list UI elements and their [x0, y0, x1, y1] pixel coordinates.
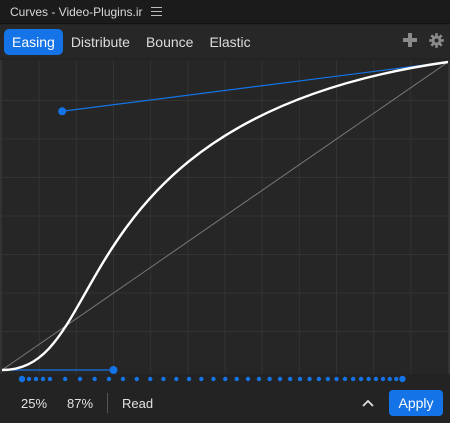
handle-out-line [62, 61, 449, 112]
timeline-dot [373, 376, 379, 382]
timeline-dot [287, 376, 293, 382]
timeline-dot [77, 376, 83, 382]
tab-distribute[interactable]: Distribute [63, 29, 138, 55]
handle-out-value[interactable]: 87% [67, 396, 93, 411]
timeline-dots [18, 375, 406, 383]
timeline-dot [223, 376, 228, 382]
timeline-dot [47, 376, 53, 382]
timeline-dot [33, 376, 39, 382]
tab-bar: Easing Distribute Bounce Elastic [0, 25, 450, 58]
timeline-dot [211, 376, 216, 382]
handle-in-value[interactable]: 25% [21, 396, 47, 411]
timeline-dot [120, 376, 126, 382]
title-bar: Curves - Video-Plugins.ir [0, 0, 450, 24]
timeline-dot [256, 376, 262, 382]
timeline-dot [148, 376, 153, 382]
timeline-dot [106, 376, 112, 382]
divider [107, 393, 108, 413]
timeline-dot [234, 376, 239, 382]
timeline-dot [342, 376, 348, 382]
timeline-dot [92, 376, 97, 382]
apply-button[interactable]: Apply [389, 390, 443, 416]
timeline-dot [186, 376, 192, 382]
timeline-dot [350, 376, 356, 382]
timeline-dot [277, 376, 283, 382]
timeline-dot [394, 376, 399, 382]
gear-icon[interactable] [428, 32, 444, 48]
timeline-dot [134, 376, 139, 382]
timeline-dot [62, 376, 68, 382]
timeline-dot [40, 376, 46, 382]
mode-label[interactable]: Read [122, 396, 153, 411]
timeline-dot [174, 376, 179, 382]
timeline-dot [297, 376, 303, 382]
chevron-up-icon[interactable] [360, 395, 376, 411]
tab-easing[interactable]: Easing [4, 28, 63, 55]
timeline-dot [387, 376, 392, 382]
timeline-dot [358, 376, 364, 382]
timeline-dot [325, 376, 331, 382]
window-title: Curves - Video-Plugins.ir [10, 4, 143, 19]
plus-icon[interactable] [402, 32, 418, 48]
tab-elastic[interactable]: Elastic [201, 29, 258, 55]
timeline-dot [316, 376, 322, 382]
timeline-dot [245, 376, 251, 382]
timeline-dot [18, 375, 26, 383]
curve-editor[interactable] [0, 60, 450, 374]
timeline-dot [26, 376, 32, 382]
timeline-dot [366, 376, 371, 382]
timeline-dot [199, 376, 204, 382]
curve-canvas[interactable] [1, 60, 449, 374]
handle-out-point[interactable] [58, 107, 67, 116]
timeline-dot [334, 376, 339, 382]
timeline-dot [161, 376, 166, 382]
bottom-bar: 25% 87% Read Apply [0, 385, 450, 423]
timeline-dot [267, 376, 272, 382]
timeline-dot [399, 375, 406, 383]
timeline-dot [380, 376, 386, 382]
tab-bounce[interactable]: Bounce [138, 29, 201, 55]
hamburger-menu-icon[interactable] [150, 7, 162, 16]
timeline-dot [307, 376, 312, 382]
